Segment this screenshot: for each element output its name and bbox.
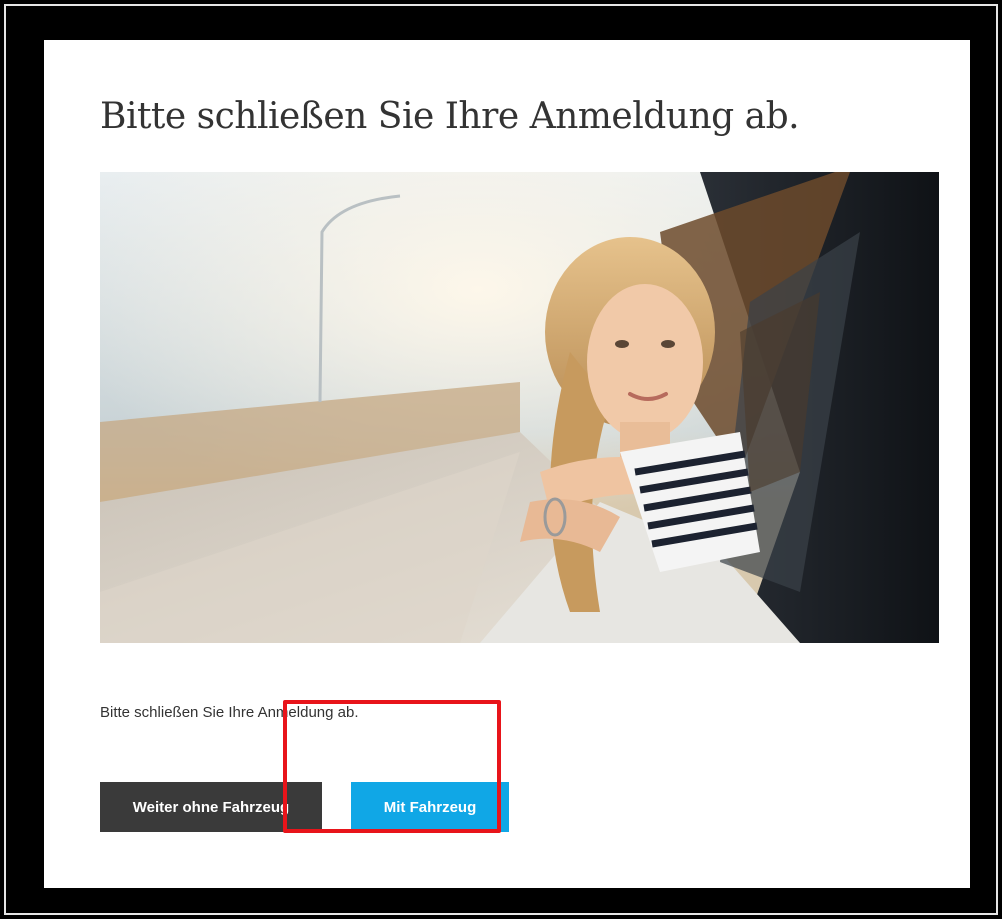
hero-image: [100, 172, 939, 643]
registration-page: Bitte schließen Sie Ihre Anmeldung ab. B…: [44, 40, 970, 888]
screenshot-frame: Bitte schließen Sie Ihre Anmeldung ab. B…: [0, 0, 1002, 919]
page-title: Bitte schließen Sie Ihre Anmeldung ab.: [100, 96, 800, 137]
red-highlight-box: [283, 700, 501, 833]
